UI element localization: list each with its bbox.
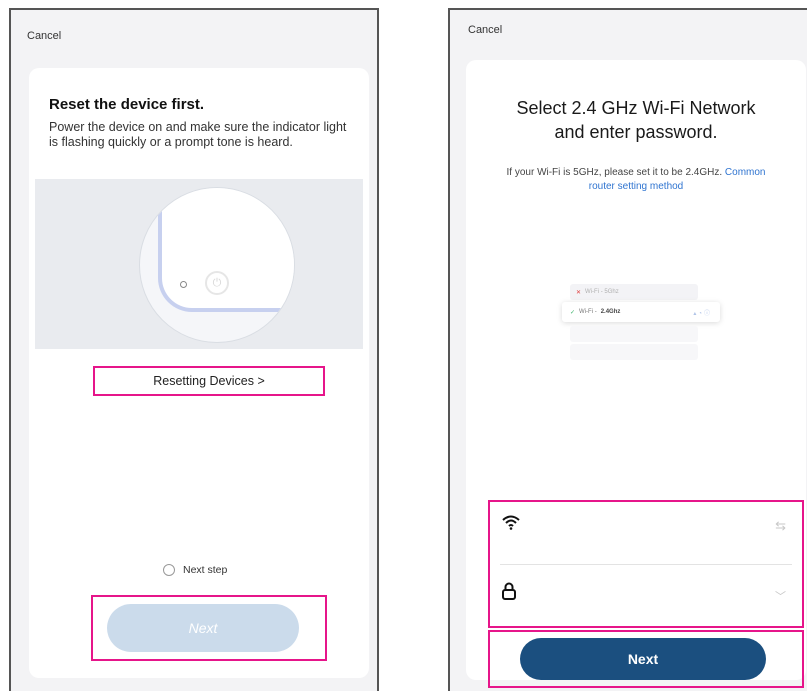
next-step-radio[interactable] <box>163 564 175 576</box>
password-input[interactable] <box>530 578 762 602</box>
next-button[interactable]: Next <box>520 638 766 680</box>
next-button[interactable]: Next <box>107 604 299 652</box>
swap-icon[interactable]: ⇆ <box>775 518 786 534</box>
divider <box>500 564 792 565</box>
signal-icon: ▴◔ⓘ <box>693 310 712 317</box>
power-icon: ⏻ <box>205 271 229 295</box>
wifi-hint: If your Wi-Fi is 5GHz, please set it to … <box>496 166 776 194</box>
network-band: 2.4Ghz <box>600 309 621 315</box>
device-closeup: ⏻ <box>139 187 295 343</box>
chevron-down-icon[interactable]: ﹀ <box>775 588 786 604</box>
title-line-2: and enter password. <box>554 122 718 142</box>
network-row-placeholder <box>570 326 698 342</box>
wifi-icon <box>502 515 520 530</box>
next-step-confirm[interactable]: Next step <box>163 564 227 576</box>
left-phone-screen: Cancel Reset the device first. Power the… <box>9 8 379 691</box>
reset-card: Reset the device first. Power the device… <box>29 68 369 678</box>
wifi-name-input[interactable] <box>530 512 762 536</box>
wifi-card: Select 2.4 GHz Wi-Fi Network and enter p… <box>466 60 806 688</box>
check-icon: ✓ <box>570 309 576 316</box>
device-body <box>158 188 294 312</box>
next-button-highlight: Next <box>91 595 327 661</box>
title-line-1: Select 2.4 GHz Wi-Fi Network <box>516 98 756 118</box>
x-icon: ✕ <box>576 289 582 296</box>
page-title: Select 2.4 GHz Wi-Fi Network and enter p… <box>466 96 806 144</box>
network-name: Wi-Fi - <box>579 309 597 315</box>
next-button-highlight: Next <box>488 630 804 688</box>
device-illustration: ⏻ <box>35 179 363 349</box>
network-row-5ghz: ✕ Wi-Fi - 5Ghz <box>570 284 698 300</box>
network-row-placeholder <box>570 344 698 360</box>
network-name: Wi-Fi - 5Ghz <box>585 289 619 295</box>
cancel-button[interactable]: Cancel <box>468 24 502 36</box>
right-phone-screen: Cancel Select 2.4 GHz Wi-Fi Network and … <box>448 8 807 691</box>
wifi-network-illustration: ✕ Wi-Fi - 5Ghz ✓ Wi-Fi - 2.4Ghz ▴◔ⓘ <box>562 282 720 378</box>
indicator-light-icon <box>180 281 187 288</box>
cancel-button[interactable]: Cancel <box>27 30 61 42</box>
credentials-highlight: ⇆ ﹀ <box>488 500 804 628</box>
instructions-text: Power the device on and make sure the in… <box>49 120 347 149</box>
wifi-hint-text: If your Wi-Fi is 5GHz, please set it to … <box>506 167 723 178</box>
lock-icon <box>502 582 516 600</box>
page-title: Reset the device first. <box>49 96 205 113</box>
next-step-label: Next step <box>183 564 228 576</box>
network-row-24ghz: ✓ Wi-Fi - 2.4Ghz ▴◔ⓘ <box>562 302 720 322</box>
resetting-devices-link[interactable]: Resetting Devices > <box>93 366 325 396</box>
